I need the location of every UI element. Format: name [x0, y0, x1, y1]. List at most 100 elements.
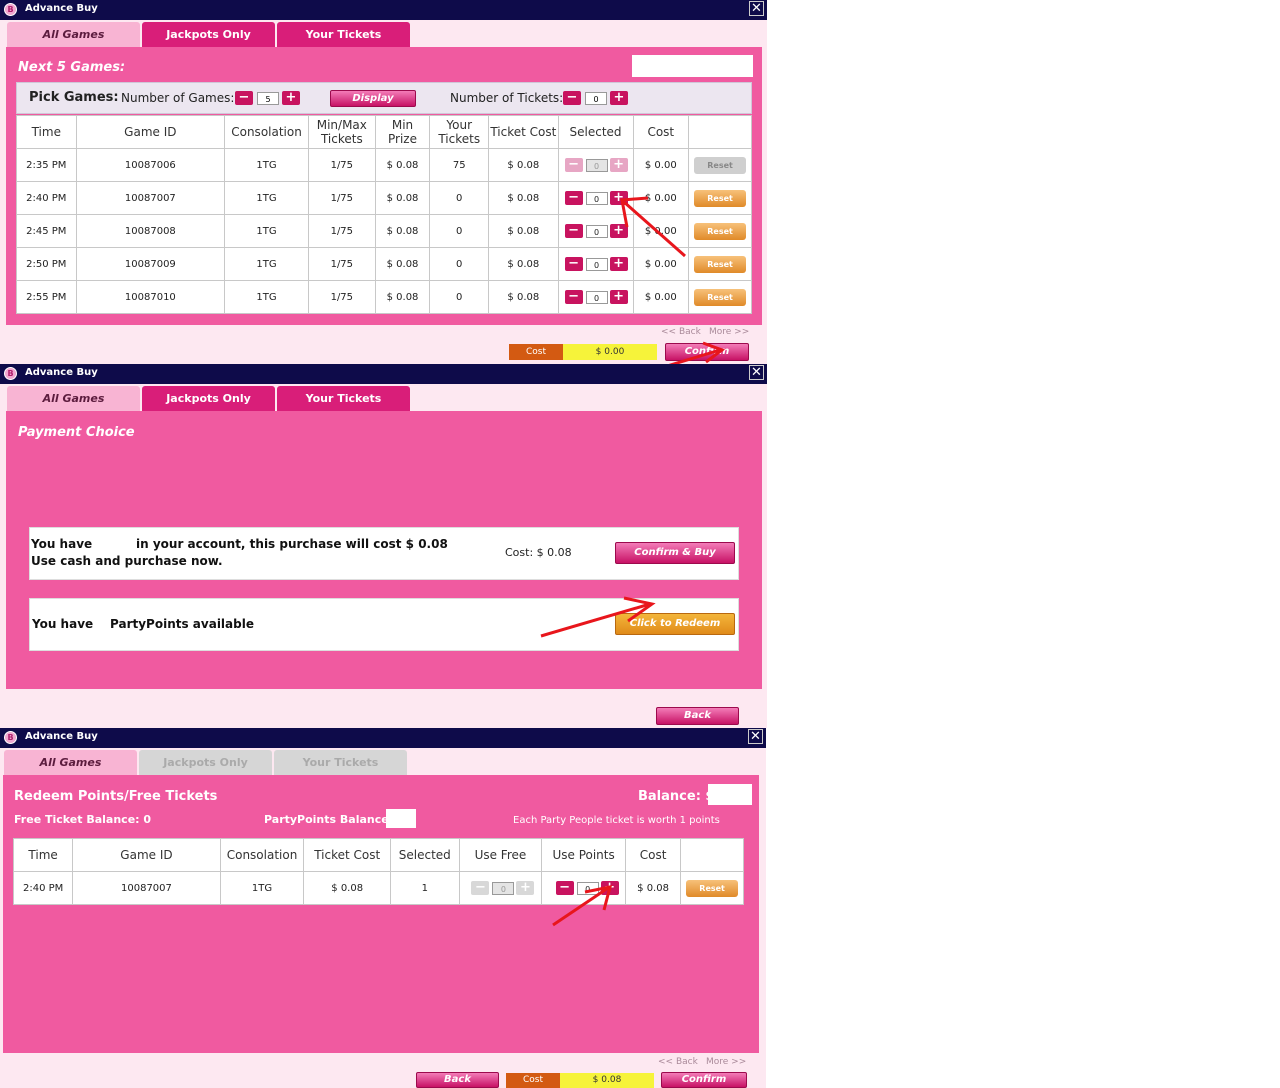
cash-text-2: Use cash and purchase now. [31, 554, 223, 568]
selected-minus-button[interactable]: − [564, 158, 583, 172]
more-link[interactable]: More >> [706, 1057, 746, 1067]
tab-all-games[interactable]: All Games [4, 750, 137, 775]
cell-selected: −0 + [557, 247, 634, 281]
window-body: All Games Jackpots Only Your Tickets Nex… [0, 20, 767, 364]
col-game-id: Game ID [72, 838, 221, 872]
window-body: All Games Jackpots Only Your Tickets Pay… [0, 384, 767, 728]
titlebar: B Advance Buy ✕ [0, 364, 767, 384]
more-link[interactable]: More >> [709, 327, 749, 337]
use-free-input[interactable]: 0 [492, 882, 515, 895]
selected-plus-button[interactable]: + [609, 158, 628, 172]
selected-minus-button[interactable]: − [564, 224, 583, 238]
cell-time: 2:35 PM [16, 148, 77, 182]
reset-button[interactable]: Reset [694, 222, 747, 240]
tab-jackpots-only[interactable]: Jackpots Only [142, 386, 275, 411]
cell-selected: −0 + [557, 148, 634, 182]
cell-time: 2:55 PM [16, 280, 77, 314]
points-text-a: You have [32, 617, 94, 631]
cash-text-a: You have [31, 537, 93, 551]
num-games-minus-button[interactable]: − [235, 91, 253, 105]
close-icon[interactable]: ✕ [748, 729, 763, 744]
back-button[interactable]: Back [416, 1072, 499, 1088]
selected-plus-button[interactable]: + [609, 290, 628, 304]
close-icon[interactable]: ✕ [749, 1, 764, 16]
col-reset [680, 838, 744, 872]
selected-plus-button[interactable]: + [609, 257, 628, 271]
confirm-button[interactable]: Confirm [665, 343, 749, 361]
num-games-plus-button[interactable]: + [282, 91, 300, 105]
back-link[interactable]: << Back [658, 1057, 698, 1067]
worth-note: Each Party People ticket is worth 1 poin… [513, 815, 720, 826]
selected-minus-button[interactable]: − [564, 257, 583, 271]
tab-your-tickets[interactable]: Your Tickets [277, 22, 410, 47]
use-free-plus-button[interactable]: + [516, 881, 535, 895]
use-points-minus-button[interactable]: − [555, 881, 574, 895]
selected-input[interactable]: 0 [585, 225, 608, 238]
confirm-button[interactable]: Confirm [661, 1072, 747, 1088]
games-table: Time Game ID Consolation Min/Max Tickets… [16, 115, 752, 314]
confirm-buy-button[interactable]: Confirm & Buy [615, 542, 735, 564]
reset-button[interactable]: Reset [686, 879, 739, 897]
close-icon[interactable]: ✕ [749, 365, 764, 380]
back-link[interactable]: << Back [661, 327, 701, 337]
cell-time: 2:45 PM [16, 214, 77, 248]
table-row: 2:50 PM 10087009 1TG 1/75 $ 0.08 0 $ 0.0… [16, 247, 752, 281]
cell-cost: $ 0.00 [632, 148, 690, 182]
points-option-card: You have PartyPoints available Click to … [29, 598, 739, 651]
selected-input[interactable]: 0 [585, 291, 608, 304]
redeem-table: Time Game ID Consolation Ticket Cost Sel… [12, 838, 744, 905]
display-button[interactable]: Display [330, 90, 416, 107]
num-tickets-minus-button[interactable]: − [563, 91, 581, 105]
cell-reset: Reset [688, 214, 752, 248]
cell-reset: Reset [688, 148, 752, 182]
table-row: 2:45 PM 10087008 1TG 1/75 $ 0.08 0 $ 0.0… [16, 214, 752, 248]
selected-plus-button[interactable]: + [609, 224, 628, 238]
use-free-minus-button[interactable]: − [471, 881, 490, 895]
tab-jackpots-only[interactable]: Jackpots Only [142, 22, 275, 47]
panel-heading: Payment Choice [18, 425, 135, 440]
cash-cost: Cost: $ 0.08 [505, 546, 572, 559]
cell-selected: 1 [390, 871, 460, 905]
selected-input[interactable]: 0 [585, 159, 608, 172]
num-tickets-plus-button[interactable]: + [610, 91, 628, 105]
col-ticket-cost: Ticket Cost [303, 838, 392, 872]
col-consolation: Consolation [224, 115, 309, 149]
cash-option-card: You have in your account, this purchase … [29, 527, 739, 580]
redeem-button[interactable]: Click to Redeem [615, 613, 735, 635]
use-points-plus-button[interactable]: + [600, 881, 619, 895]
num-tickets-input[interactable]: 0 [585, 92, 607, 105]
cell-ticket-cost: $ 0.08 [488, 148, 559, 182]
tab-your-tickets[interactable]: Your Tickets [277, 386, 410, 411]
num-games-input[interactable]: 5 [257, 92, 279, 105]
selected-minus-button[interactable]: − [564, 290, 583, 304]
cell-your-tickets: 75 [429, 148, 490, 182]
col-selected: Selected [557, 115, 634, 149]
tab-all-games[interactable]: All Games [7, 386, 140, 411]
back-button[interactable]: Back [656, 707, 739, 725]
cell-time: 2:40 PM [16, 181, 77, 215]
panel-heading: Next 5 Games: [18, 60, 126, 75]
selected-minus-button[interactable]: − [564, 191, 583, 205]
window-title: Advance Buy [25, 3, 98, 14]
selected-input[interactable]: 0 [585, 192, 608, 205]
selected-plus-button[interactable]: + [609, 191, 628, 205]
redeem-panel: Redeem Points/Free Tickets Balance: $ Fr… [3, 775, 759, 1053]
reset-button[interactable]: Reset [694, 288, 747, 306]
advance-buy-window-2: B Advance Buy ✕ All Games Jackpots Only … [0, 364, 767, 728]
reset-button[interactable]: Reset [694, 189, 747, 207]
cell-game-id: 10087006 [75, 148, 226, 182]
use-points-input[interactable]: 0 [576, 882, 599, 895]
partypoints-balance-label: PartyPoints Balance: [264, 813, 394, 826]
reset-button[interactable]: Reset [694, 156, 747, 174]
col-use-points: Use Points [541, 838, 626, 872]
cell-selected: −0 + [557, 280, 634, 314]
cell-min-max: 1/75 [307, 181, 376, 215]
tab-all-games[interactable]: All Games [7, 22, 140, 47]
cell-selected: −0 + [557, 181, 634, 215]
cell-consolation: 1TG [224, 181, 309, 215]
reset-button[interactable]: Reset [694, 255, 747, 273]
selected-input[interactable]: 0 [585, 258, 608, 271]
table-row: 2:40 PM 10087007 1TG $ 0.08 1 −0 + −0 + $ … [12, 871, 744, 905]
cell-cost: $ 0.00 [632, 181, 690, 215]
cell-use-points: −0 + [541, 871, 626, 905]
